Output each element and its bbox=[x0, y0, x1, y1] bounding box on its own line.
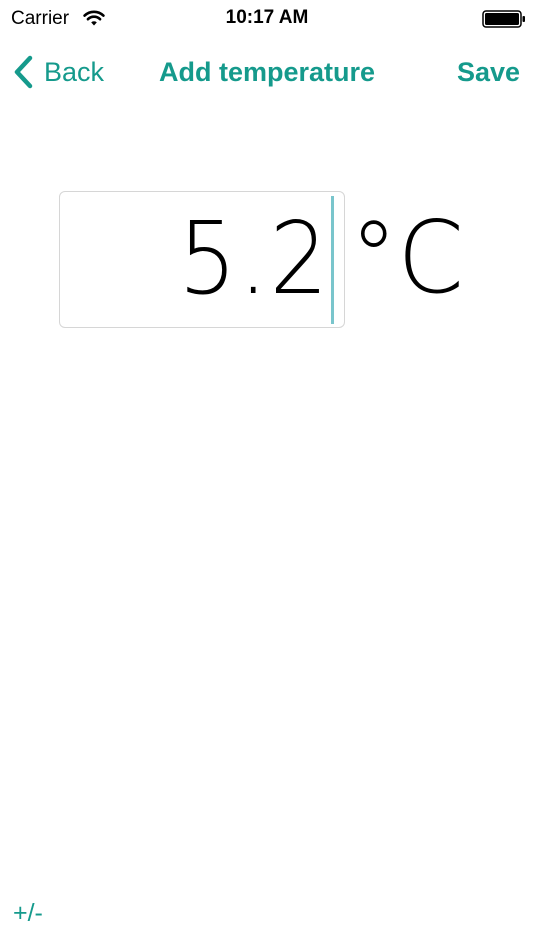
text-cursor bbox=[331, 196, 334, 324]
page-title: Add temperature bbox=[158, 57, 376, 87]
temperature-unit: °C bbox=[350, 199, 464, 316]
battery-icon bbox=[482, 10, 525, 28]
navigation-bar: Back Add temperature Save bbox=[0, 40, 534, 104]
status-bar: Carrier 10:17 AM bbox=[0, 0, 534, 38]
temperature-input[interactable]: 5.2 bbox=[59, 191, 345, 328]
temperature-value: 5.2 bbox=[178, 200, 330, 317]
sign-toggle-button[interactable]: +/- bbox=[13, 898, 43, 928]
save-button[interactable]: Save bbox=[457, 54, 520, 90]
status-time: 10:17 AM bbox=[225, 7, 309, 28]
